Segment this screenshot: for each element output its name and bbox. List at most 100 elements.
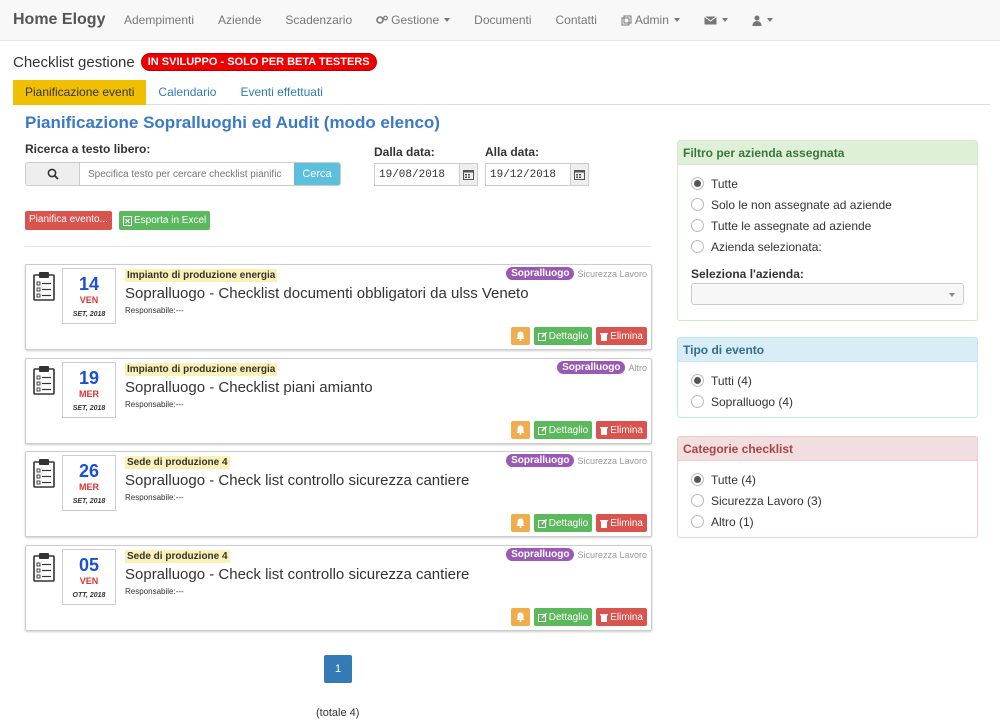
event-month: SET, 2018 <box>72 405 106 412</box>
radio-circle[interactable] <box>691 395 704 408</box>
trash-icon <box>600 426 609 435</box>
from-date-field[interactable]: 19/08/2018 <box>374 163 478 186</box>
tab-eventi-effettuati[interactable]: Eventi effettuati <box>228 80 335 105</box>
event-month: OTT, 2018 <box>72 592 106 599</box>
radio-option[interactable]: Solo le non assegnate ad aziende <box>691 194 977 215</box>
detail-button[interactable]: Dettaglio <box>533 514 593 532</box>
company-select[interactable] <box>691 283 964 305</box>
brand-logo[interactable]: Home Elogy <box>0 11 112 29</box>
tab-pianificazione[interactable]: Pianificazione eventi <box>13 80 147 105</box>
delete-button[interactable]: Elimina <box>596 608 647 626</box>
calendar-icon[interactable] <box>570 164 588 185</box>
radio-option[interactable]: Sicurezza Lavoro (3) <box>691 490 977 511</box>
reminder-button[interactable] <box>510 421 530 439</box>
company-select-label: Seleziona l'azienda: <box>691 267 804 281</box>
search-group: Cerca <box>25 162 341 186</box>
search-addon <box>26 163 80 185</box>
event-card: 14 VEN SET, 2018 Impianto di produzione … <box>25 264 652 350</box>
radio-circle[interactable] <box>691 177 704 190</box>
pagination-page-1[interactable]: 1 <box>324 655 352 683</box>
nav-contatti[interactable]: Contatti <box>544 13 609 27</box>
event-title: Sopralluogo - Check list controllo sicur… <box>125 566 470 583</box>
clipboard-icon <box>33 459 55 488</box>
trash-icon <box>600 613 609 622</box>
radio-circle[interactable] <box>691 494 704 507</box>
caret-down-icon <box>673 18 680 22</box>
event-title: Sopralluogo - Check list controllo sicur… <box>125 472 470 489</box>
event-category: Sicurezza Lavoro <box>577 268 647 279</box>
detail-button[interactable]: Dettaglio <box>533 327 593 345</box>
radio-label: Tutte <box>711 176 738 191</box>
radio-circle[interactable] <box>691 515 704 528</box>
navbar: Home Elogy Adempimenti Aziende Scadenzar… <box>0 0 1000 41</box>
bell-icon <box>516 612 525 622</box>
radio-circle[interactable] <box>691 374 704 387</box>
radio-option[interactable]: Azienda selezionata: <box>691 236 977 257</box>
to-date-label: Alla data: <box>485 145 540 159</box>
radio-circle[interactable] <box>691 473 704 486</box>
nav-user[interactable] <box>740 15 785 26</box>
calendar-icon[interactable] <box>459 164 477 185</box>
radio-option[interactable]: Tutte le assegnate ad aziende <box>691 215 977 236</box>
detail-button[interactable]: Dettaglio <box>533 421 593 439</box>
detail-button[interactable]: Dettaglio <box>533 608 593 626</box>
nav-documenti[interactable]: Documenti <box>462 13 543 27</box>
search-button[interactable]: Cerca <box>294 163 340 185</box>
radio-option[interactable]: Tutte (4) <box>691 469 977 490</box>
nav-label: Gestione <box>391 13 440 27</box>
detail-label: Dettaglio <box>548 330 589 342</box>
event-tags: Sopralluogo Sicurezza Lavoro <box>506 267 647 280</box>
delete-button[interactable]: Elimina <box>596 327 647 345</box>
search-input[interactable] <box>80 163 294 185</box>
reminder-button[interactable] <box>510 514 530 532</box>
event-title: Sopralluogo - Checklist documenti obblig… <box>125 285 529 302</box>
event-card: 26 MER SET, 2018 Sede di produzione 4 So… <box>25 451 652 537</box>
edit-icon <box>537 425 547 435</box>
delete-button[interactable]: Elimina <box>596 514 647 532</box>
radio-circle[interactable] <box>691 219 704 232</box>
bell-icon <box>516 425 525 435</box>
reminder-button[interactable] <box>510 608 530 626</box>
nav-admin[interactable]: Admin <box>609 13 692 27</box>
tab-calendario[interactable]: Calendario <box>146 80 228 105</box>
radio-circle[interactable] <box>691 240 704 253</box>
caret-down-icon <box>766 18 773 22</box>
event-weekday: MER <box>79 482 99 492</box>
export-excel-button[interactable]: Esporta in Excel <box>119 211 211 230</box>
event-site: Sede di produzione 4 <box>125 456 230 469</box>
radio-option[interactable]: Tutti (4) <box>691 370 977 391</box>
event-tags: Sopralluogo Sicurezza Lavoro <box>506 454 647 467</box>
delete-button[interactable]: Elimina <box>596 421 647 439</box>
to-date-field[interactable]: 19/12/2018 <box>485 163 589 186</box>
clipboard-icon <box>33 553 55 582</box>
nav-adempimenti[interactable]: Adempimenti <box>112 13 206 27</box>
event-responsible: Responsabile:--- <box>125 493 184 502</box>
event-date: 26 MER SET, 2018 <box>62 455 116 511</box>
event-responsible: Responsabile:--- <box>125 400 184 409</box>
event-month: SET, 2018 <box>72 311 106 318</box>
trash-icon <box>600 519 609 528</box>
reminder-button[interactable] <box>510 327 530 345</box>
nav-scadenzario[interactable]: Scadenzario <box>273 13 364 27</box>
radio-option[interactable]: Tutte <box>691 173 977 194</box>
event-responsible: Responsabile:--- <box>125 306 184 315</box>
radio-circle[interactable] <box>691 198 704 211</box>
search-icon <box>47 168 59 180</box>
nav-label: Adempimenti <box>124 13 195 27</box>
event-tags: Sopralluogo Sicurezza Lavoro <box>506 548 647 561</box>
edit-icon <box>537 612 547 622</box>
event-responsible: Responsabile:--- <box>125 587 184 596</box>
nav-aziende[interactable]: Aziende <box>206 13 273 27</box>
admin-icon <box>621 15 632 25</box>
delete-label: Elimina <box>610 517 643 529</box>
event-day: 05 <box>78 555 100 575</box>
divider <box>25 246 651 247</box>
event-date: 05 VEN OTT, 2018 <box>62 549 116 605</box>
radio-option[interactable]: Altro (1) <box>691 511 977 532</box>
plan-event-button[interactable]: Pianifica evento... <box>25 211 112 230</box>
clipboard-icon <box>33 366 55 395</box>
export-label: Esporta in Excel <box>134 215 207 226</box>
nav-gestione[interactable]: Gestione <box>364 13 462 27</box>
nav-messages[interactable] <box>692 15 740 25</box>
radio-option[interactable]: Sopralluogo (4) <box>691 391 977 412</box>
